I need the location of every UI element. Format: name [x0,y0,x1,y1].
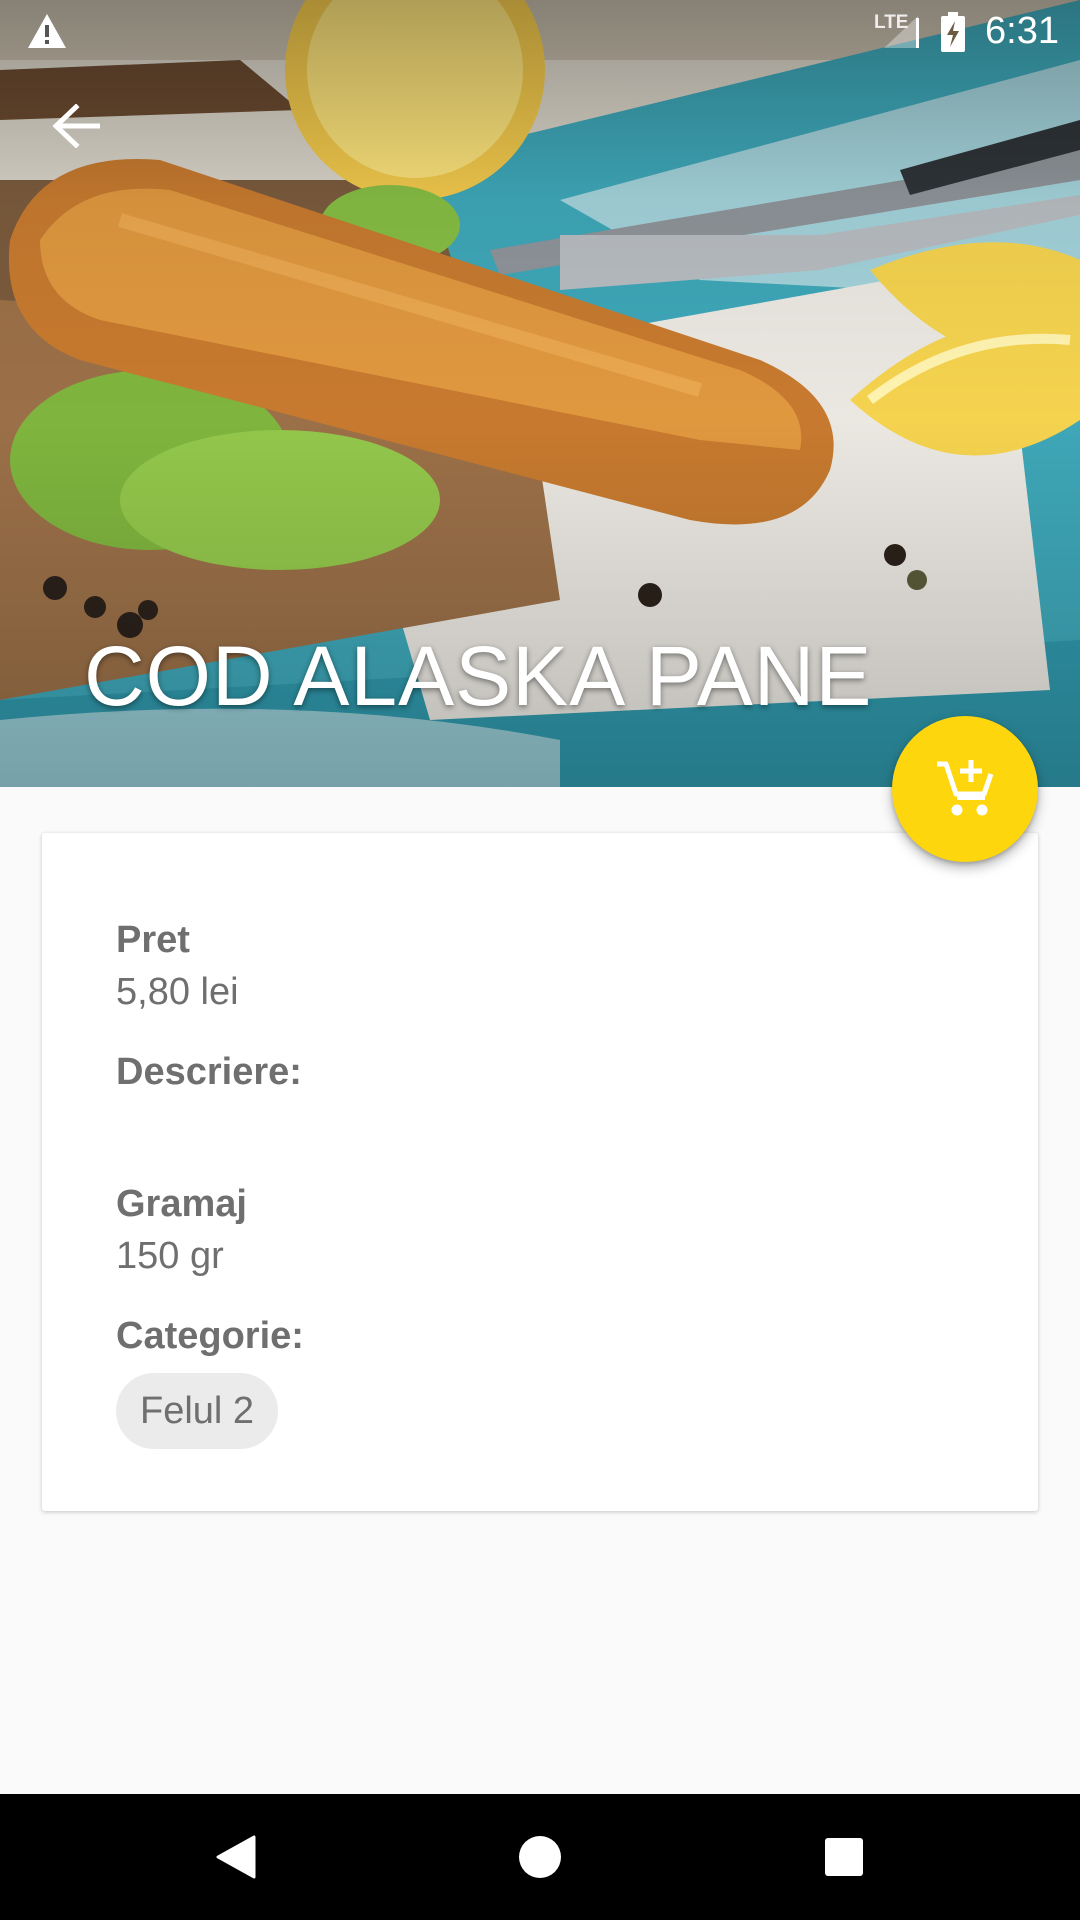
nav-back-button[interactable] [206,1827,266,1887]
clock: 6:31 [985,10,1059,52]
description-label: Descriere: [116,1051,302,1093]
hero-image: COD ALASKA PANE [0,0,1080,787]
add-to-cart-button[interactable] [892,716,1038,862]
dish-detail-screen: COD ALASKA PANE LTE 6:31 Pret 5,80 lei D… [0,0,1080,1920]
dish-title: COD ALASKA PANE [84,629,873,723]
status-bar: LTE 6:31 [0,0,1080,63]
warning-icon [28,14,66,48]
navigation-bar [0,1794,1080,1920]
price-value: 5,80 lei [116,971,239,1013]
weight-label: Gramaj [116,1183,247,1225]
signal-icon [884,16,919,48]
category-label: Categorie: [116,1315,304,1357]
arrow-back-icon [52,104,100,148]
weight-value: 150 gr [116,1235,224,1277]
square-recents-icon [825,1838,863,1876]
triangle-back-icon [216,1835,256,1879]
category-chip[interactable]: Felul 2 [116,1373,279,1449]
price-label: Pret [116,919,190,961]
battery-charging-icon [941,12,965,52]
details-card: Pret 5,80 lei Descriere: Gramaj 150 gr C… [42,833,1038,1511]
circle-home-icon [519,1836,561,1878]
nav-home-button[interactable] [510,1827,570,1887]
add-shopping-cart-icon [937,760,994,816]
back-button[interactable] [40,96,112,156]
nav-recents-button[interactable] [814,1827,874,1887]
